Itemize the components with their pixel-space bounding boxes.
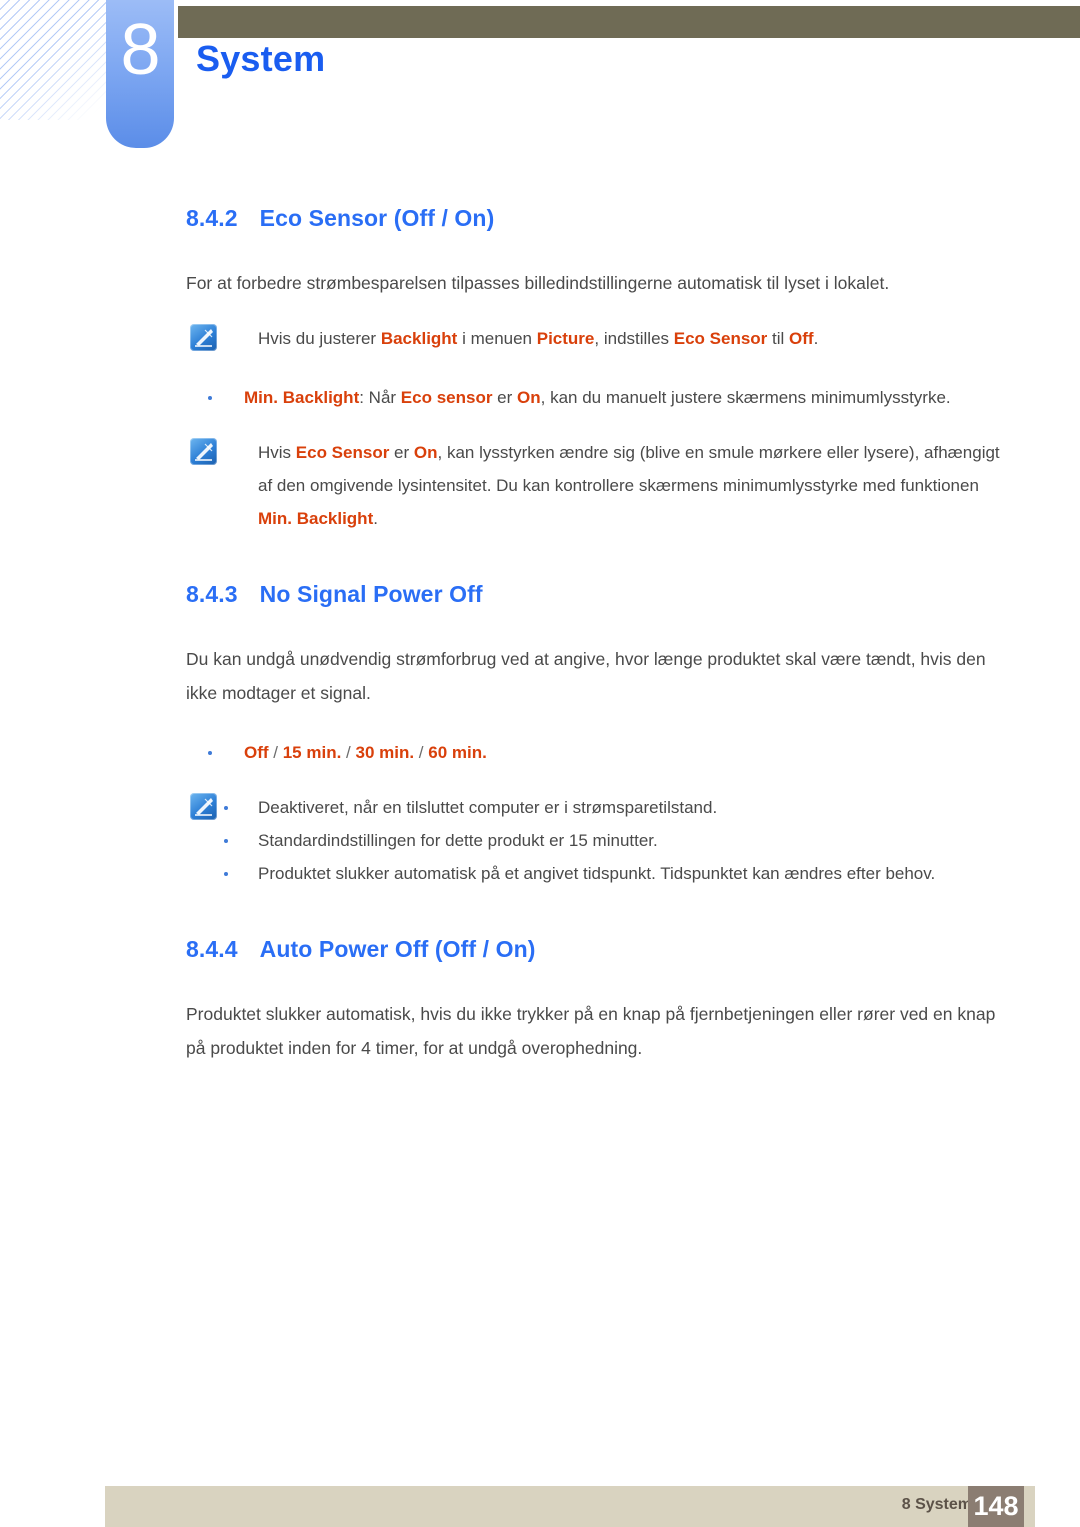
text-run: Hvis du justerer (258, 329, 381, 348)
section-number: 8.4.3 (186, 581, 238, 607)
highlighted-term: Min. Backlight (244, 388, 360, 407)
bullet-no-signal-options: Off / 15 min. / 30 min. / 60 min. (186, 736, 1004, 769)
bullet-dot (224, 872, 228, 876)
highlighted-term: Off (244, 743, 269, 762)
note-bullet-item: Produktet slukker automatisk på et angiv… (224, 857, 1004, 890)
note-bullet-text: Produktet slukker automatisk på et angiv… (258, 864, 936, 883)
chapter-number: 8 (120, 10, 160, 90)
highlighted-term: Eco Sensor (295, 443, 390, 462)
highlighted-term: On (413, 443, 438, 462)
highlighted-term: 30 min. (355, 743, 415, 762)
note-text: Hvis du justerer Backlight i menuen Pict… (258, 322, 1004, 355)
section-title: Auto Power Off (Off / On) (259, 936, 536, 962)
highlighted-term: On (517, 388, 541, 407)
text-run: Hvis (258, 443, 296, 462)
section-title: No Signal Power Off (259, 581, 483, 607)
bullet-dot (224, 806, 228, 810)
highlighted-term: Picture (536, 329, 595, 348)
highlighted-term: 60 min. (428, 743, 487, 762)
section-heading-8-4-2: 8.4.2 Eco Sensor (Off / On) (186, 205, 1004, 232)
text-run: : Når (359, 388, 401, 407)
note-pen-icon (190, 438, 217, 465)
separator: / (414, 743, 429, 762)
text-run: i menuen (457, 329, 537, 348)
note-text: Hvis Eco Sensor er On, kan lysstyrken æn… (258, 436, 1004, 535)
note-block-eco-sensor-2: Hvis Eco Sensor er On, kan lysstyrken æn… (186, 436, 1004, 535)
hatch-decoration (0, 0, 118, 120)
note-bullet-item: Standardindstillingen for dette produkt … (224, 824, 1004, 857)
header-olive-bar (178, 6, 1080, 38)
text-run: . (813, 329, 819, 348)
highlighted-term: Eco Sensor (673, 329, 768, 348)
section-heading-8-4-3: 8.4.3 No Signal Power Off (186, 581, 1004, 608)
section-heading-8-4-4: 8.4.4 Auto Power Off (Off / On) (186, 936, 1004, 963)
highlighted-term: Eco sensor (400, 388, 493, 407)
note-block-no-signal: Deaktiveret, når en tilsluttet computer … (186, 791, 1004, 890)
note-bullet-list: Deaktiveret, når en tilsluttet computer … (224, 791, 1004, 890)
section-title: Eco Sensor (Off / On) (259, 205, 495, 231)
text-run: til (767, 329, 790, 348)
text-run: er (492, 388, 518, 407)
note-pen-icon (190, 793, 217, 820)
section-number: 8.4.4 (186, 936, 238, 962)
section-number: 8.4.2 (186, 205, 238, 231)
no-signal-intro: Du kan undgå unødvendig strømforbrug ved… (186, 649, 986, 703)
separator: / (341, 743, 356, 762)
bullet-text: Off / 15 min. / 30 min. / 60 min. (244, 743, 487, 762)
page-content: 8.4.2 Eco Sensor (Off / On) For at forbed… (186, 205, 1004, 1065)
bullet-dot (208, 751, 212, 755)
text-run: . (373, 509, 378, 528)
bullet-dot (224, 839, 228, 843)
note-bullet-text: Standardindstillingen for dette produkt … (258, 831, 658, 850)
note-pen-icon (190, 324, 217, 351)
highlighted-term: Min. Backlight (258, 509, 374, 528)
footer-page-number: 148 (968, 1486, 1024, 1527)
separator: / (268, 743, 283, 762)
bullet-min-backlight: Min. Backlight: Når Eco sensor er On, ka… (186, 381, 1004, 414)
chapter-tab: 8 (106, 0, 174, 148)
note-block-eco-sensor-1: Hvis du justerer Backlight i menuen Pict… (186, 322, 1004, 355)
footer-bar (105, 1486, 1035, 1527)
highlighted-term: Off (789, 329, 814, 348)
highlighted-term: 15 min. (282, 743, 342, 762)
text-run: er (389, 443, 414, 462)
bullet-text: Min. Backlight: Når Eco sensor er On, ka… (244, 388, 951, 407)
footer-chapter-label: 8 System (901, 1496, 972, 1513)
auto-power-off-intro: Produktet slukker automatisk, hvis du ik… (186, 1004, 996, 1058)
text-run: , indstilles (594, 329, 674, 348)
note-bullet-text: Deaktiveret, når en tilsluttet computer … (258, 798, 718, 817)
highlighted-term: Backlight (380, 329, 458, 348)
bullet-dot (208, 396, 212, 400)
text-run: , kan du manuelt justere skærmens minimu… (540, 388, 951, 407)
chapter-title: System (196, 38, 326, 79)
eco-sensor-intro: For at forbedre strømbesparelsen tilpass… (186, 273, 890, 293)
note-bullet-item: Deaktiveret, når en tilsluttet computer … (224, 791, 1004, 824)
